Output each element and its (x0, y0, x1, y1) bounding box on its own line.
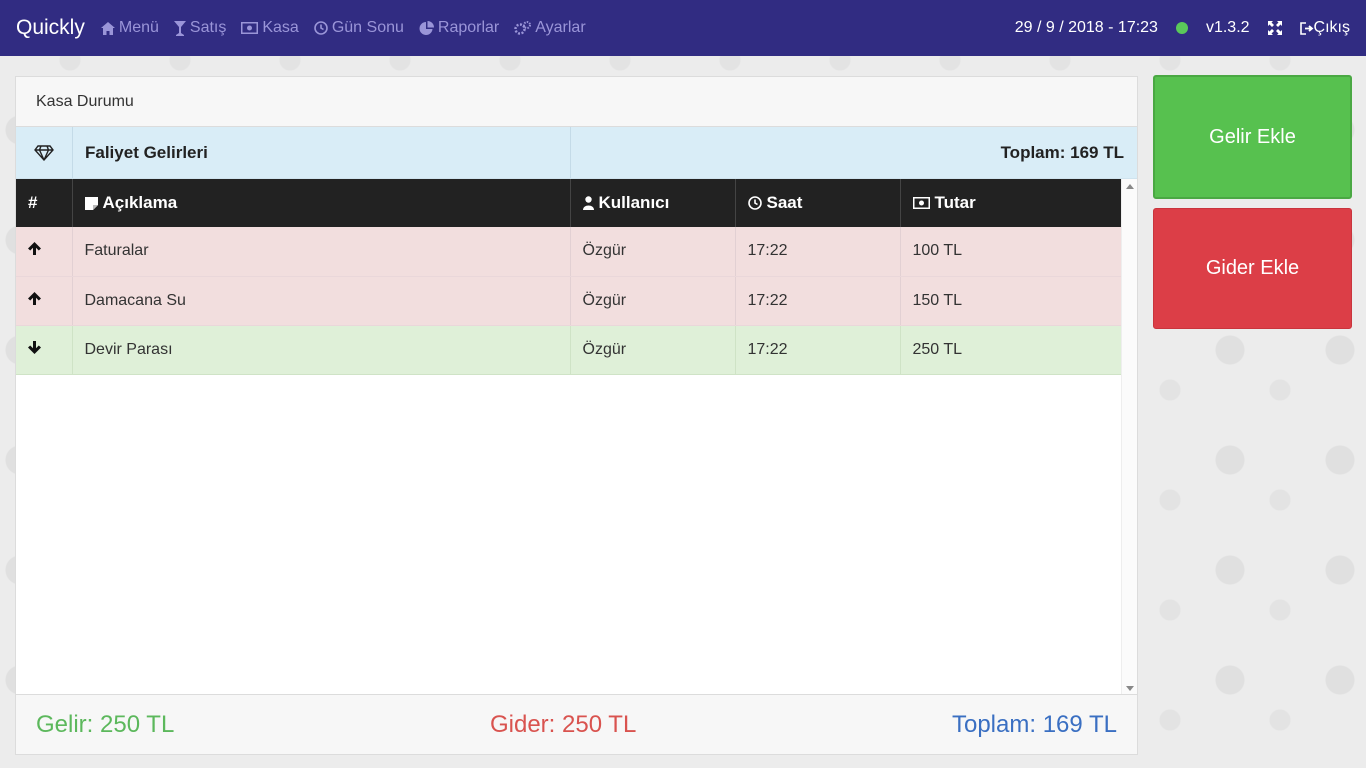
description-cell: Faturalar (72, 227, 571, 277)
user-cell: Özgür (570, 325, 736, 375)
datetime-display: 29 / 9 / 2018 - 17:23 (1014, 19, 1158, 36)
nav-item-settings[interactable]: Ayarlar (514, 19, 586, 37)
brand-logo[interactable]: Quickly (16, 16, 85, 40)
transactions-table-wrap[interactable]: # Açıklama Kullanıcı Saat Tutar Faturala… (16, 179, 1137, 696)
operating-income-row: Faliyet Gelirleri Toplam: 169 TL (16, 127, 1137, 179)
amount-cell: 150 TL (900, 276, 1122, 326)
nav-label: Ayarlar (535, 19, 586, 36)
column-header-amount: Tutar (900, 179, 1122, 227)
add-income-button[interactable]: Gelir Ekle (1153, 75, 1352, 199)
note-icon (84, 196, 98, 210)
column-header-time: Saat (735, 179, 901, 227)
total-income: Gelir: 250 TL (36, 710, 175, 738)
user-cell: Özgür (570, 276, 736, 326)
direction-cell (16, 227, 73, 277)
table-scrollbar[interactable] (1121, 179, 1137, 696)
transactions-table: # Açıklama Kullanıcı Saat Tutar Faturala… (16, 179, 1122, 375)
summary-footer: Gelir: 250 TL Gider: 250 TL Toplam: 169 … (16, 694, 1137, 754)
top-navbar: Quickly Menü Satış Kasa Gün Sonu Raporla… (0, 0, 1366, 56)
direction-cell (16, 325, 73, 375)
nav-item-reports[interactable]: Raporlar (419, 19, 499, 37)
logout-button[interactable]: Çıkış (1299, 19, 1350, 37)
arrow-up-icon (28, 242, 41, 256)
nav-label: Gün Sonu (331, 19, 404, 36)
time-cell: 17:22 (735, 227, 901, 277)
logout-label: Çıkış (1313, 19, 1350, 36)
money-icon (912, 197, 930, 209)
diamond-icon (16, 127, 73, 178)
nav-item-menu[interactable]: Menü (100, 19, 159, 37)
table-row[interactable]: Faturalar Özgür 17:22 100 TL (16, 227, 1122, 277)
scroll-up-arrow-icon[interactable] (1126, 184, 1134, 189)
table-row[interactable]: Devir Parası Özgür 17:22 250 TL (16, 325, 1122, 375)
user-icon (582, 196, 594, 210)
add-expense-button[interactable]: Gider Ekle (1153, 208, 1352, 329)
navbar-right: 29 / 9 / 2018 - 17:23 v1.3.2 Çıkış (997, 0, 1350, 56)
connection-status-icon (1175, 22, 1188, 34)
table-row[interactable]: Damacana Su Özgür 17:22 150 TL (16, 276, 1122, 326)
income-category-title: Faliyet Gelirleri (73, 127, 571, 178)
column-header-index: # (16, 179, 73, 227)
scroll-down-arrow-icon[interactable] (1126, 686, 1134, 691)
description-cell: Damacana Su (72, 276, 571, 326)
direction-cell (16, 276, 73, 326)
nav-item-end-of-day[interactable]: Gün Sonu (314, 19, 404, 37)
total-expense: Gider: 250 TL (489, 710, 637, 738)
nav-item-sales[interactable]: Satış (173, 19, 227, 37)
time-cell: 17:22 (735, 276, 901, 326)
grand-total: Toplam: 169 TL (951, 710, 1117, 738)
cash-status-panel: Kasa Durumu Faliyet Gelirleri Toplam: 16… (15, 76, 1138, 755)
nav-label: Kasa (262, 19, 299, 36)
nav-item-cash[interactable]: Kasa (241, 19, 299, 37)
pie-chart-icon (419, 20, 434, 35)
column-header-description: Açıklama (72, 179, 571, 227)
arrow-down-icon (28, 340, 41, 354)
table-header-row: # Açıklama Kullanıcı Saat Tutar (16, 179, 1122, 227)
clock-icon (314, 21, 328, 35)
nav-label: Raporlar (437, 19, 500, 36)
gears-icon (514, 21, 532, 35)
panel-title: Kasa Durumu (16, 77, 1137, 127)
fullscreen-icon[interactable] (1267, 21, 1282, 35)
version-label: v1.3.2 (1205, 19, 1250, 36)
sign-out-icon (1299, 21, 1313, 35)
arrow-up-icon (28, 291, 41, 305)
income-category-total: Toplam: 169 TL (1000, 142, 1124, 162)
user-cell: Özgür (570, 227, 736, 277)
clock-icon (747, 196, 762, 210)
nav-label: Satış (189, 19, 227, 36)
home-icon (100, 21, 115, 35)
money-icon (241, 22, 259, 34)
description-cell: Devir Parası (72, 325, 571, 375)
cocktail-icon (173, 20, 186, 36)
column-header-user: Kullanıcı (570, 179, 736, 227)
time-cell: 17:22 (735, 325, 901, 375)
amount-cell: 250 TL (900, 325, 1122, 375)
nav-label: Menü (118, 19, 159, 36)
amount-cell: 100 TL (900, 227, 1122, 277)
